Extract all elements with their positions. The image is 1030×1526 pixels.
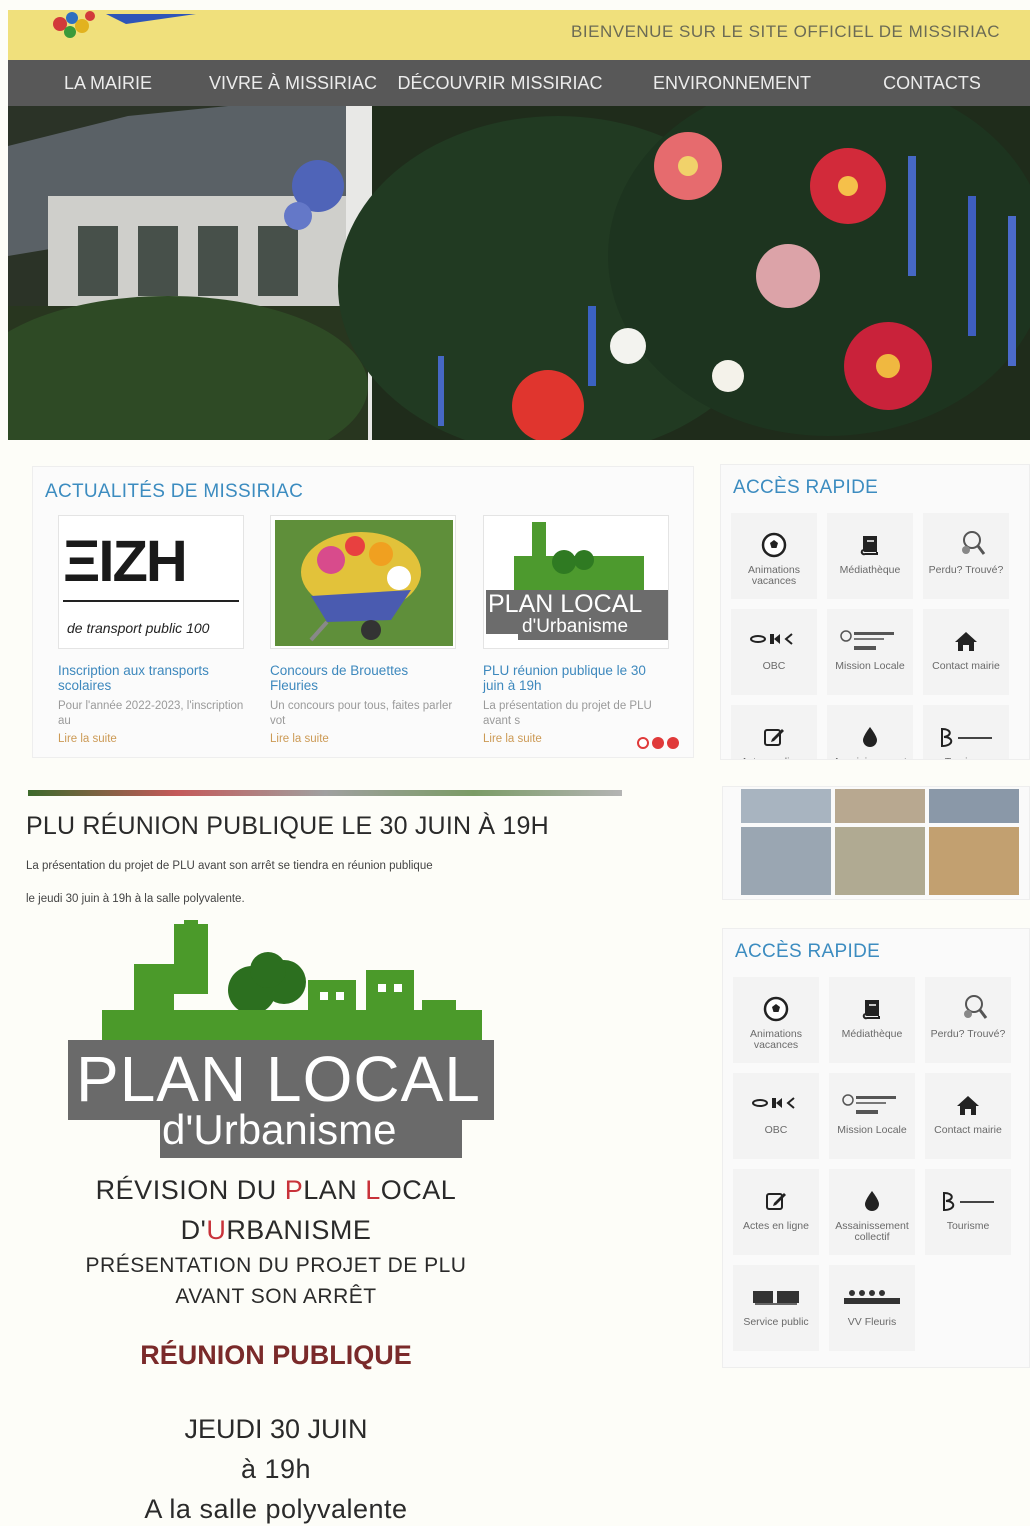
water-drop-icon bbox=[861, 717, 879, 757]
welcome-text: BIENVENUE SUR LE SITE OFFICIEL DE MISSIR… bbox=[571, 22, 1000, 41]
book-icon bbox=[860, 989, 884, 1029]
nav-environnement[interactable]: ENVIRONNEMENT bbox=[622, 60, 842, 106]
tile-actes-en-ligne[interactable]: Actes en ligne bbox=[733, 1169, 819, 1255]
broceliande-logo bbox=[936, 717, 996, 757]
read-more-link[interactable]: Lire la suite bbox=[270, 733, 456, 745]
gallery-photo[interactable] bbox=[835, 827, 925, 895]
news-card-excerpt: Pour l'année 2022-2023, l'inscription au bbox=[58, 700, 244, 727]
poster-reunion: RÉUNION PUBLIQUE bbox=[140, 1340, 412, 1370]
quick-access-panel: ACCÈS RAPIDE Animations vacances Médiath… bbox=[720, 464, 1030, 760]
tile-perdu-trouve[interactable]: Perdu? Trouvé? bbox=[923, 513, 1009, 599]
article-paragraph: le jeudi 30 juin à 19h à la salle polyva… bbox=[26, 893, 245, 905]
poster-location: A la salle polyvalente bbox=[144, 1494, 408, 1524]
quick-access-panel-2: ACCÈS RAPIDE Animations vacances Médiath… bbox=[722, 928, 1030, 1368]
carousel-dots bbox=[637, 737, 679, 749]
carousel-dot[interactable] bbox=[652, 737, 664, 749]
poster-subheading: PRÉSENTATION DU PROJET DE PLU bbox=[85, 1254, 467, 1277]
book-icon bbox=[858, 525, 882, 565]
tile-mediatheque[interactable]: Médiathèque bbox=[829, 977, 915, 1063]
quick-access-title: ACCÈS RAPIDE bbox=[735, 941, 881, 962]
obc-logo bbox=[750, 621, 798, 661]
tile-actes-en-ligne[interactable]: Actes en ligne bbox=[731, 705, 817, 759]
breizhgo-thumbnail[interactable]: ΞIZH de transport public 100 bbox=[58, 515, 244, 649]
tile-mission-locale[interactable]: Mission Locale bbox=[829, 1073, 915, 1159]
magnifier-icon bbox=[948, 989, 988, 1029]
quick-access-title: ACCÈS RAPIDE bbox=[733, 477, 879, 498]
poster-subheading-line2: AVANT SON ARRÊT bbox=[175, 1285, 377, 1308]
nav-contacts[interactable]: CONTACTS bbox=[842, 60, 1022, 106]
flower-garden-photo bbox=[8, 106, 1030, 440]
nav-vivre-a-missiriac[interactable]: VIVRE À MISSIRIAC bbox=[208, 60, 378, 106]
water-drop-icon bbox=[863, 1181, 881, 1221]
quick-access-grid: Animations vacances Médiathèque Perdu? T… bbox=[731, 513, 1009, 759]
carousel-dot[interactable] bbox=[667, 737, 679, 749]
tile-villes-fleuries[interactable]: VV Fleuris bbox=[829, 1265, 915, 1351]
plu-thumbnail[interactable]: PLAN LOCAL d'Urbanisme bbox=[483, 515, 669, 649]
flower-wheelbarrow-thumbnail[interactable] bbox=[270, 515, 456, 649]
home-icon bbox=[956, 1085, 980, 1125]
top-banner: BIENVENUE SUR LE SITE OFFICIEL DE MISSIR… bbox=[8, 10, 1030, 60]
missiriac-logo[interactable] bbox=[46, 10, 196, 46]
nav-la-mairie[interactable]: LA MAIRIE bbox=[8, 60, 208, 106]
tile-mission-locale[interactable]: Mission Locale bbox=[827, 609, 913, 695]
tile-contact-mairie[interactable]: Contact mairie bbox=[923, 609, 1009, 695]
edit-icon bbox=[762, 717, 786, 757]
tile-tourisme[interactable]: Tourisme bbox=[923, 705, 1009, 759]
photo-gallery bbox=[722, 786, 1030, 900]
gallery-photo[interactable] bbox=[929, 789, 1019, 823]
tile-obc[interactable]: OBC bbox=[733, 1073, 819, 1159]
news-card[interactable]: Concours de Brouettes Fleuries Un concou… bbox=[270, 515, 456, 745]
news-card-title[interactable]: PLU réunion publique le 30 juin à 19h bbox=[483, 663, 669, 693]
news-card[interactable]: PLAN LOCAL d'Urbanisme PLU réunion publi… bbox=[483, 515, 669, 745]
gallery-photo[interactable] bbox=[929, 827, 1019, 895]
news-card[interactable]: ΞIZH de transport public 100 Inscription… bbox=[58, 515, 244, 745]
news-card-title[interactable]: Inscription aux transports scolaires bbox=[58, 663, 244, 693]
soccer-ball-icon bbox=[761, 525, 787, 565]
magnifier-icon bbox=[946, 525, 986, 565]
article-title: PLU RÉUNION PUBLIQUE LE 30 JUIN À 19H bbox=[26, 812, 549, 840]
edit-icon bbox=[764, 1181, 788, 1221]
article-paragraph: La présentation du projet de PLU avant s… bbox=[26, 860, 433, 872]
news-card-excerpt: La présentation du projet de PLU avant s bbox=[483, 700, 652, 727]
gallery-photo[interactable] bbox=[741, 827, 831, 895]
gallery-photo[interactable] bbox=[741, 789, 831, 823]
carousel-dot[interactable] bbox=[637, 737, 649, 749]
obc-logo bbox=[752, 1085, 800, 1125]
tile-contact-mairie[interactable]: Contact mairie bbox=[925, 1073, 1011, 1159]
article-image-strip bbox=[28, 790, 622, 796]
tile-perdu-trouve[interactable]: Perdu? Trouvé? bbox=[925, 977, 1011, 1063]
broceliande-logo bbox=[938, 1181, 998, 1221]
poster-heading: RÉVISION DU PLAN LOCAL bbox=[95, 1175, 457, 1205]
tile-animations-vacances[interactable]: Animations vacances bbox=[731, 513, 817, 599]
news-title: ACTUALITÉS DE MISSIRIAC bbox=[45, 481, 304, 502]
soccer-ball-icon bbox=[763, 989, 789, 1029]
home-icon bbox=[954, 621, 978, 661]
main-nav: LA MAIRIE VIVRE À MISSIRIAC DÉCOUVRIR MI… bbox=[8, 60, 1030, 106]
mission-locale-logo bbox=[840, 1085, 904, 1125]
read-more-link[interactable]: Lire la suite bbox=[58, 733, 244, 745]
tile-animations-vacances[interactable]: Animations vacances bbox=[733, 977, 819, 1063]
tile-service-public[interactable]: Service public bbox=[733, 1265, 819, 1351]
tile-obc[interactable]: OBC bbox=[731, 609, 817, 695]
poster-heading-line2: D'URBANISME bbox=[180, 1215, 372, 1245]
quick-access-grid: Animations vacances Médiathèque Perdu? T… bbox=[733, 977, 1011, 1361]
tile-assainissement[interactable]: Assainissement collectif bbox=[829, 1169, 915, 1255]
news-card-excerpt: Un concours pour tous, faites parler vot bbox=[270, 700, 453, 727]
poster-date: JEUDI 30 JUIN bbox=[184, 1414, 368, 1444]
plu-poster: RÉVISION DU PLAN LOCAL D'URBANISME PRÉSE… bbox=[26, 1170, 526, 1526]
plu-logo: PLAN LOCAL d'Urbanisme bbox=[62, 920, 502, 1160]
hero-image bbox=[8, 106, 1030, 440]
villes-fleuries-logo bbox=[842, 1277, 902, 1317]
news-card-title[interactable]: Concours de Brouettes Fleuries bbox=[270, 663, 456, 693]
poster-time: à 19h bbox=[240, 1454, 312, 1484]
tile-assainissement[interactable]: Assainissement collectif bbox=[827, 705, 913, 759]
service-public-logo bbox=[751, 1277, 801, 1317]
tile-tourisme[interactable]: Tourisme bbox=[925, 1169, 1011, 1255]
mission-locale-logo bbox=[838, 621, 902, 661]
gallery-photo[interactable] bbox=[835, 789, 925, 823]
tile-mediatheque[interactable]: Médiathèque bbox=[827, 513, 913, 599]
news-panel: ACTUALITÉS DE MISSIRIAC ΞIZH de transpor… bbox=[32, 466, 694, 758]
nav-decouvrir-missiriac[interactable]: DÉCOUVRIR MISSIRIAC bbox=[378, 60, 622, 106]
